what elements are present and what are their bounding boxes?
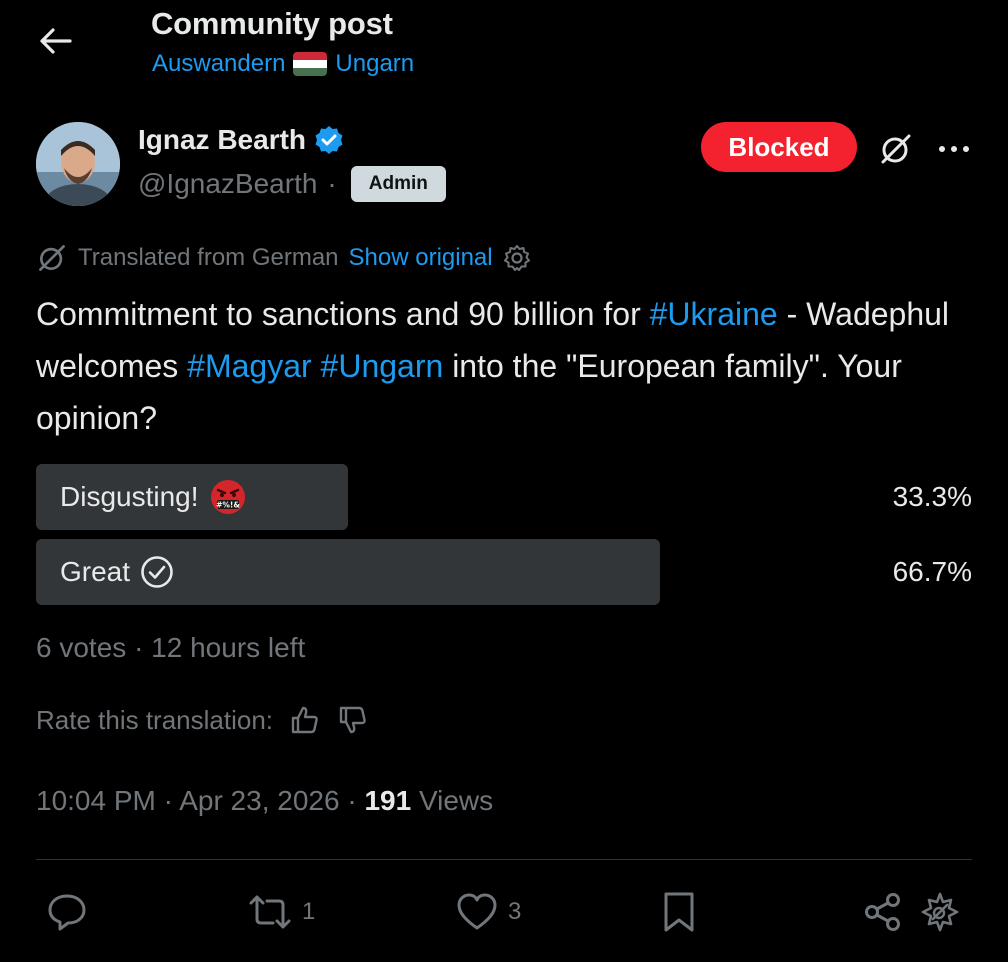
- svg-text:#%!&: #%!&: [216, 501, 240, 510]
- handle-separator: ·: [327, 168, 337, 199]
- bookmark-button[interactable]: [662, 888, 696, 936]
- avatar[interactable]: [36, 122, 120, 206]
- blocked-button[interactable]: Blocked: [701, 122, 857, 172]
- meta-separator: ·: [163, 785, 173, 816]
- hungary-flag-icon: [293, 52, 328, 76]
- community-link[interactable]: Auswandern Ungarn: [152, 50, 414, 78]
- thumbs-down-icon[interactable]: [337, 704, 369, 736]
- admin-badge: Admin: [350, 166, 446, 202]
- repost-icon: [249, 895, 291, 929]
- check-circle-icon: [141, 556, 173, 588]
- grok-explain-button[interactable]: [918, 888, 962, 936]
- rate-translation-row: Rate this translation:: [36, 704, 369, 736]
- angry-face-icon: #%!&: [210, 480, 245, 514]
- thumbs-up-icon[interactable]: [289, 704, 321, 736]
- share-button[interactable]: [862, 888, 904, 936]
- divider: [36, 859, 972, 860]
- rate-translation-label: Rate this translation:: [36, 704, 274, 735]
- avatar-photo: [36, 122, 120, 206]
- share-icon: [865, 893, 900, 931]
- poll-votes: 6 votes: [36, 632, 127, 663]
- meta-separator: ·: [347, 785, 357, 816]
- post-timestamp: 10:04 PM · Apr 23, 2026 · 191 Views: [36, 785, 493, 817]
- poll-option-disgusting: Disgusting! #%!& 33.3%: [36, 464, 972, 530]
- community-name-part-1: Auswandern: [152, 50, 286, 77]
- hashtag-magyar[interactable]: #Magyar: [187, 348, 312, 384]
- verified-badge-icon: [315, 126, 343, 154]
- reply-button[interactable]: [46, 888, 88, 936]
- author-handle[interactable]: @IgnazBearth · Admin: [138, 166, 446, 202]
- author-handle-text: @IgnazBearth: [138, 168, 318, 199]
- translation-row: Translated from German Show original: [36, 242, 531, 274]
- heart-icon: [457, 893, 497, 930]
- views-label: Views: [418, 785, 494, 816]
- community-name-part-2: Ungarn: [335, 50, 415, 77]
- translated-label: Translated from German: [78, 244, 339, 271]
- hashtag-ungarn[interactable]: #Ungarn: [321, 348, 444, 384]
- more-options-button[interactable]: [932, 126, 976, 172]
- more-horizontal-icon: [939, 146, 969, 152]
- views-count: 191: [364, 785, 412, 816]
- post-body: Commitment to sanctions and 90 billion f…: [36, 288, 976, 444]
- poll-option-label: Great: [60, 556, 131, 587]
- post-date: Apr 23, 2026: [179, 785, 340, 816]
- poll-time-left: 12 hours left: [151, 632, 306, 663]
- post-text-segment: Commitment to sanctions and 90 billion f…: [36, 296, 650, 332]
- settings-gear-icon[interactable]: [503, 244, 531, 272]
- grok-icon: [881, 134, 911, 164]
- poll-option-label-wrap: Great: [60, 539, 174, 605]
- grok-sparkle-icon: [921, 892, 959, 932]
- poll-option-percent: 66.7%: [892, 556, 972, 587]
- back-button[interactable]: [30, 18, 80, 64]
- poll-option-label-wrap: Disgusting! #%!&: [60, 464, 247, 530]
- poll-option-great: Great 66.7%: [36, 539, 972, 605]
- post-text-segment: [312, 348, 321, 384]
- like-button[interactable]: 3: [456, 888, 521, 936]
- poll-option-label: Disgusting!: [60, 481, 199, 512]
- arrow-left-icon: [40, 28, 72, 54]
- poll-option-percent: 33.3%: [892, 481, 972, 512]
- show-original-link[interactable]: Show original: [349, 244, 493, 272]
- repost-count: 1: [302, 898, 316, 925]
- post-time: 10:04 PM: [36, 785, 156, 816]
- reply-icon: [48, 894, 86, 931]
- like-count: 3: [508, 898, 522, 925]
- grok-button[interactable]: [872, 126, 920, 172]
- repost-button[interactable]: 1: [248, 888, 315, 936]
- author-name[interactable]: Ignaz Bearth: [138, 124, 344, 156]
- poll-meta: 6 votes · 12 hours left: [36, 632, 305, 664]
- author-name-text: Ignaz Bearth: [138, 124, 307, 155]
- bookmark-icon: [664, 892, 694, 932]
- page-title: Community post: [151, 6, 393, 41]
- poll-separator: ·: [134, 632, 144, 663]
- hashtag-ukraine[interactable]: #Ukraine: [650, 296, 778, 332]
- grok-translate-icon: [39, 245, 65, 271]
